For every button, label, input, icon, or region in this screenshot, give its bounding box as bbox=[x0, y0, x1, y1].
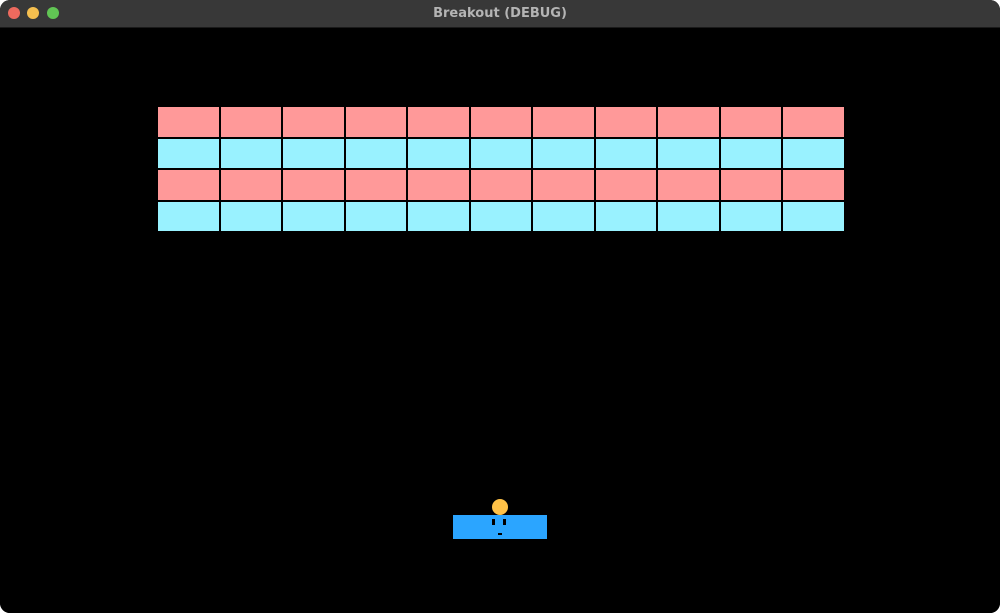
brick bbox=[408, 107, 469, 137]
brick bbox=[220, 107, 281, 137]
brick bbox=[470, 170, 531, 200]
brick bbox=[220, 138, 281, 168]
window-title: Breakout (DEBUG) bbox=[433, 6, 567, 21]
brick bbox=[158, 170, 219, 200]
brick bbox=[158, 201, 219, 231]
paddle-left-eye bbox=[492, 519, 495, 525]
brick bbox=[533, 107, 594, 137]
brick bbox=[283, 170, 344, 200]
brick bbox=[783, 201, 844, 231]
brick bbox=[345, 170, 406, 200]
paddle-mouth bbox=[498, 533, 502, 535]
brick bbox=[283, 107, 344, 137]
brick bbox=[533, 170, 594, 200]
brick bbox=[658, 170, 719, 200]
brick bbox=[720, 201, 781, 231]
brick bbox=[408, 138, 469, 168]
brick bbox=[595, 201, 656, 231]
brick bbox=[783, 107, 844, 137]
paddle-right-eye bbox=[503, 519, 506, 525]
brick bbox=[345, 107, 406, 137]
brick bbox=[220, 170, 281, 200]
brick bbox=[470, 107, 531, 137]
title-bar[interactable]: Breakout (DEBUG) bbox=[0, 0, 1000, 28]
brick bbox=[283, 201, 344, 231]
brick bbox=[345, 201, 406, 231]
brick bbox=[345, 138, 406, 168]
brick bbox=[158, 138, 219, 168]
brick bbox=[533, 138, 594, 168]
app-window: Breakout (DEBUG) bbox=[0, 0, 1000, 613]
brick bbox=[533, 201, 594, 231]
brick bbox=[595, 170, 656, 200]
brick bbox=[720, 138, 781, 168]
brick bbox=[720, 107, 781, 137]
brick bbox=[220, 201, 281, 231]
game-canvas[interactable] bbox=[0, 28, 1000, 613]
brick bbox=[658, 107, 719, 137]
brick bbox=[720, 170, 781, 200]
brick bbox=[783, 170, 844, 200]
brick bbox=[595, 107, 656, 137]
brick bbox=[658, 201, 719, 231]
paddle bbox=[453, 515, 547, 539]
brick bbox=[408, 201, 469, 231]
brick bbox=[283, 138, 344, 168]
brick bbox=[408, 170, 469, 200]
brick bbox=[595, 138, 656, 168]
brick bbox=[783, 138, 844, 168]
brick bbox=[658, 138, 719, 168]
brick bbox=[470, 138, 531, 168]
ball bbox=[492, 499, 508, 515]
brick bbox=[158, 107, 219, 137]
brick bbox=[470, 201, 531, 231]
